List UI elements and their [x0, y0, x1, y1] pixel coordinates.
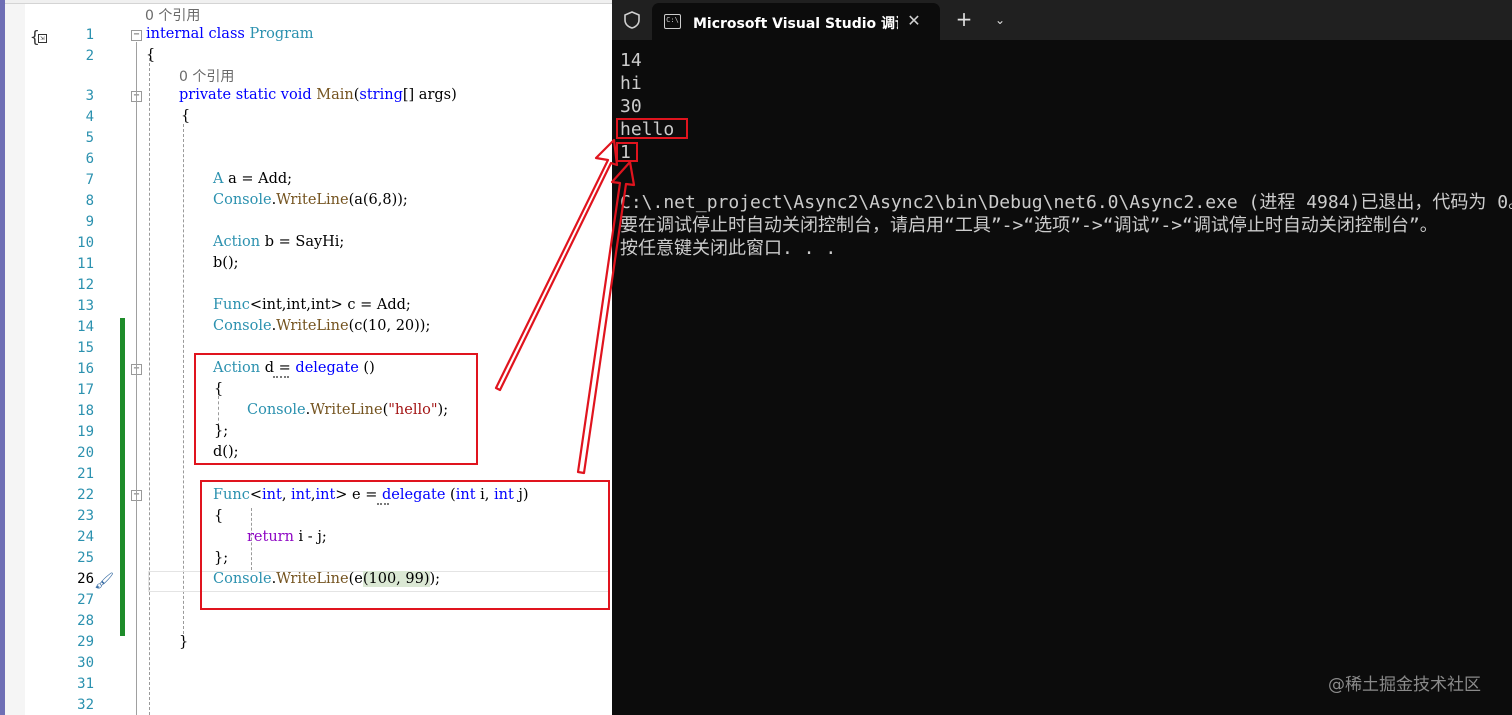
line-number: 15	[77, 340, 94, 356]
line-number: 27	[77, 592, 94, 608]
terminal-tab-bar: C:\ Microsoft Visual Studio 调试控制台 ✕ + ⌄	[612, 0, 1512, 40]
change-bar	[120, 318, 125, 636]
line-number: 16	[77, 361, 94, 377]
code-line-4[interactable]: {	[181, 108, 190, 124]
line-number: 10	[77, 235, 94, 251]
line-number: 19	[77, 424, 94, 440]
line-number: 29	[77, 634, 94, 650]
annotation-box-delegate-e	[200, 480, 610, 610]
line-number: 12	[77, 277, 94, 293]
code-editor[interactable]: { ⇲ 1 2 3 4 5 6 7 8 9 10 11 12 13 14 15 …	[0, 0, 612, 715]
line-number: 13	[77, 298, 94, 314]
indent-guide	[149, 58, 150, 715]
line-number: 9	[85, 214, 94, 230]
line-number: 21	[77, 466, 94, 482]
line-number: 11	[77, 256, 94, 272]
line-number: 28	[77, 613, 94, 629]
line-number: 32	[77, 697, 94, 713]
line-number: 30	[77, 655, 94, 671]
code-line-3[interactable]: private static void Main(string[] args)	[179, 87, 457, 103]
terminal-tab[interactable]: C:\ Microsoft Visual Studio 调试控制台 ✕	[652, 3, 940, 40]
console-output-line: 按任意键关闭此窗口. . .	[620, 238, 837, 259]
code-line-14[interactable]: Console.WriteLine(c(10, 20));	[213, 318, 430, 334]
code-line-7[interactable]: A a = Add;	[213, 171, 292, 187]
close-icon[interactable]: ✕	[904, 11, 924, 31]
line-number: 24	[77, 529, 94, 545]
outline-line	[136, 42, 137, 715]
watermark: @稀土掘金技术社区	[1328, 675, 1481, 695]
line-number: 8	[85, 193, 94, 209]
line-number: 18	[77, 403, 94, 419]
indent-guide	[183, 124, 184, 634]
debug-console-window[interactable]: C:\ Microsoft Visual Studio 调试控制台 ✕ + ⌄ …	[612, 0, 1512, 715]
line-number: 2	[85, 48, 94, 64]
new-tab-button[interactable]: +	[952, 8, 976, 32]
annotation-box-delegate-d	[194, 353, 478, 465]
codelens-references[interactable]: 0 个引用	[145, 5, 200, 25]
shield-icon[interactable]	[622, 10, 642, 30]
console-output-line: 30	[620, 96, 642, 117]
line-number: 25	[77, 550, 94, 566]
annotation-box-hello	[616, 118, 688, 139]
line-number: 6	[85, 151, 94, 167]
line-number-current: 26	[77, 571, 94, 587]
console-output-line: 14	[620, 50, 642, 71]
line-number: 3	[85, 88, 94, 104]
line-number: 20	[77, 445, 94, 461]
annotation-box-one	[616, 142, 638, 162]
line-number: 1	[85, 27, 94, 43]
console-output-line: hi	[620, 73, 642, 94]
line-number: 5	[85, 130, 94, 146]
code-line-11[interactable]: b();	[213, 255, 238, 271]
fold-toggle-class[interactable]: −	[131, 30, 142, 41]
editor-top-strip	[0, 0, 612, 4]
console-app-icon: C:\	[664, 14, 681, 29]
code-line-13[interactable]: Func<int,int,int> c = Add;	[213, 297, 411, 313]
quick-action-brush-icon[interactable]: 🖌	[94, 571, 114, 590]
code-line-10[interactable]: Action b = SayHi;	[213, 234, 344, 250]
glyph-margin	[5, 4, 25, 715]
line-number: 22	[77, 487, 94, 503]
line-number: 14	[77, 319, 94, 335]
line-number: 23	[77, 508, 94, 524]
line-number: 4	[85, 109, 94, 125]
code-line-1[interactable]: internal class Program	[146, 26, 313, 42]
line-number: 31	[77, 676, 94, 692]
line-number: 7	[85, 172, 94, 188]
code-line-2[interactable]: {	[146, 47, 155, 63]
code-line-29[interactable]: }	[179, 634, 188, 650]
tab-title: Microsoft Visual Studio 调试控制台	[693, 16, 898, 32]
codelens-references[interactable]: 0 个引用	[179, 66, 234, 86]
code-line-8[interactable]: Console.WriteLine(a(6,8));	[213, 192, 408, 208]
line-number: 17	[77, 382, 94, 398]
chevron-down-icon[interactable]: ⌄	[988, 8, 1012, 32]
